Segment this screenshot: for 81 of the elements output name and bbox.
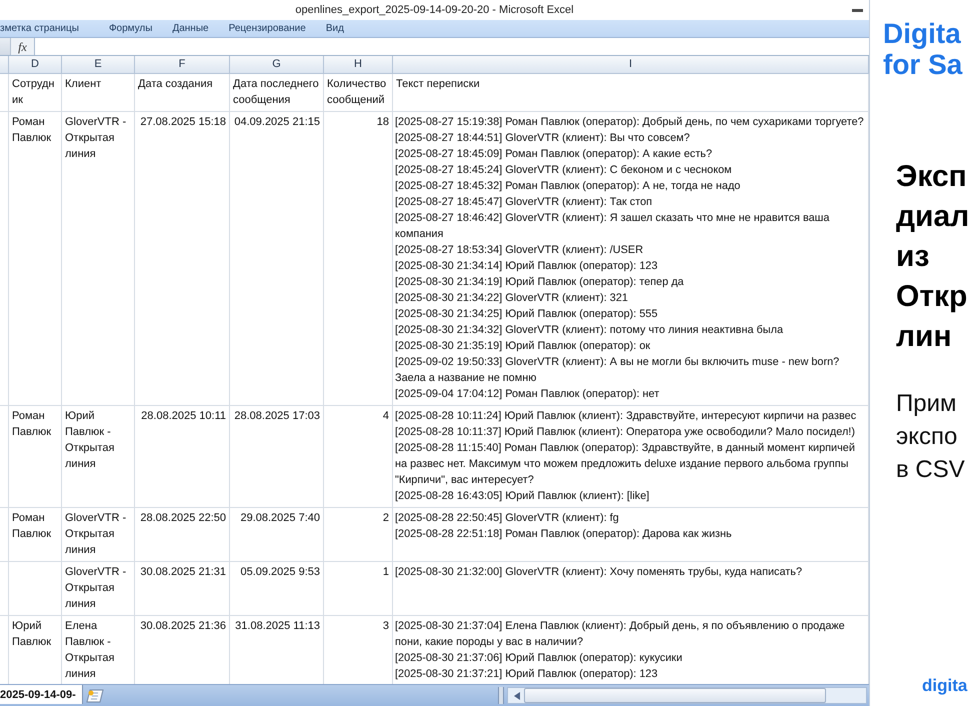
message-text: [2025-08-30 21:34:32] GloverVTR (клиент): потому что линия неактивна была: [395, 323, 784, 338]
name-box-field[interactable]: [0, 38, 11, 55]
table-cell: 27.08.2025 15:18: [135, 112, 230, 406]
column-header: Дата создания: [135, 74, 230, 112]
message-text: [2025-09-02 19:50:33] GloverVTR (клиент): А вы не могли бы включить muse - new born? Заела а название не помню: [395, 355, 840, 386]
brand-logo-text: Digita for Sa: [883, 18, 964, 80]
table-cell: Роман Павлюк: [9, 112, 62, 406]
table-cell: 28.08.2025 10:11: [135, 406, 230, 508]
column-header: Количество сообщений: [324, 74, 393, 112]
table-cell: 18: [324, 112, 393, 406]
column-header: Текст переписки: [393, 74, 869, 112]
message-text: [2025-08-27 18:45:47] GloverVTR (клиент): Так стоп: [395, 195, 654, 210]
message-text: [2025-08-28 10:11:37] Юрий Павлюк (клиент): Оператора уже освободили? Мало посидел!): [395, 425, 856, 440]
table-cell: GloverVTR - Открытая линия: [62, 112, 135, 406]
column-letter[interactable]: E: [62, 56, 135, 74]
table-cell: 4: [324, 406, 393, 508]
insert-sheet-icon[interactable]: [86, 688, 104, 702]
table-cell: Роман Павлюк: [9, 406, 62, 508]
ribbon-tab[interactable]: зметка страницы: [0, 20, 99, 37]
message-text: [2025-08-27 18:53:34] GloverVTR (клиент): /USER: [395, 243, 644, 258]
column-header: Клиент: [62, 74, 135, 112]
column-letter[interactable]: F: [135, 56, 230, 74]
message-text: [2025-08-28 22:51:18] Роман Павлюк (оператор): Дарова как жизнь: [395, 527, 733, 542]
table-cell: GloverVTR - Открытая линия: [62, 508, 135, 562]
empty-table-cell: [0, 508, 9, 562]
table-cell: 30.08.2025 21:31: [135, 562, 230, 616]
column-letter[interactable]: G: [230, 56, 324, 74]
empty-table-cell: [0, 562, 9, 616]
message-text: [2025-08-30 21:37:04] Елена Павлюк (клиент): Добрый день, я по объявлению о продаже пони, какие породы у вас в наличии?: [395, 619, 846, 650]
table-cell: Юрий Павлюк - Открытая линия: [62, 406, 135, 508]
message-text: [2025-08-30 21:34:25] Юрий Павлюк (оператор): 555: [395, 307, 659, 322]
message-text: [2025-09-04 17:04:12] Роман Павлюк (оператор): нет: [395, 387, 660, 402]
empty-table-cell: [9, 562, 62, 616]
ribbon-tab[interactable]: Данные: [162, 20, 219, 37]
column-letter[interactable]: D: [9, 56, 62, 74]
message-text: [2025-08-27 18:46:42] GloverVTR (клиент): Я зашел сказать что мне не нравится ваша компания: [395, 211, 830, 242]
ribbon-tab[interactable]: Рецензирование: [218, 20, 316, 37]
tab-split-handle[interactable]: [498, 687, 504, 704]
message-text: [2025-08-30 21:34:19] Юрий Павлюк (оператор): тепер да: [395, 275, 685, 290]
message-text: [2025-08-30 21:37:06] Юрий Павлюк (оператор): кукусики: [395, 651, 684, 666]
ribbon-tab[interactable]: Формулы: [98, 20, 162, 37]
scroll-left-arrow-icon[interactable]: [514, 692, 520, 700]
message-text: [2025-08-28 11:15:40] Роман Павлюк (оператор): Здравствуйте, в данный момент кирпичей на развес нет. Максимум что можем предложить deluxe издание первого альбома группы "Кирпичи", вас интересует?: [395, 441, 856, 488]
table-cell: Роман Павлюк: [9, 508, 62, 562]
insert-function-button[interactable]: fx: [16, 40, 29, 54]
column-header-edge: [0, 56, 9, 74]
message-text: [2025-08-28 22:50:45] GloverVTR (клиент): fg: [395, 511, 620, 526]
minimize-icon[interactable]: [852, 8, 863, 12]
message-text: [2025-08-30 21:32:00] GloverVTR (клиент): Хочу поменять трубы, куда написать?: [395, 565, 804, 580]
sheet-tab[interactable]: 2025-09-14-09-: [0, 685, 83, 704]
slide-subtitle: Прим экспо в CSV: [896, 389, 966, 485]
column-letter[interactable]: I: [393, 56, 869, 74]
message-text: [2025-08-27 18:45:09] Роман Павлюк (оператор): А какие есть?: [395, 147, 714, 162]
message-text: [2025-08-30 21:34:22] GloverVTR (клиент): 321: [395, 291, 629, 306]
ribbon-tab[interactable]: Вид: [316, 20, 354, 37]
message-text: [2025-08-28 10:11:24] Юрий Павлюк (клиент): Здравствуйте, интересуют кирпичи на развес: [395, 409, 858, 424]
message-text: [2025-08-30 21:37:21] Юрий Павлюк (оператор): 123: [395, 667, 659, 682]
slide-heading: Эксп диал из Откр лин: [896, 159, 970, 355]
table-cell: 28.08.2025 22:50: [135, 508, 230, 562]
table-cell: 04.09.2025 21:15: [230, 112, 324, 406]
table-cell: 1: [324, 562, 393, 616]
column-letter[interactable]: H: [324, 56, 393, 74]
table-cell: 28.08.2025 17:03: [230, 406, 324, 508]
footer-brand-text: digita: [922, 676, 968, 696]
table-cell: 29.08.2025 7:40: [230, 508, 324, 562]
message-text: [2025-08-27 15:19:38] Роман Павлюк (оператор): Добрый день, по чем сухариками торгуете?: [395, 115, 865, 130]
formula-input-field[interactable]: [34, 38, 869, 55]
message-text: [2025-08-30 21:34:14] Юрий Павлюк (оператор): 123: [395, 259, 659, 274]
column-header: Дата последнего сообщения: [230, 74, 324, 112]
horizontal-scrollbar[interactable]: [507, 687, 867, 704]
message-text: [2025-08-27 18:45:32] Роман Павлюк (оператор): А не, тогда не надо: [395, 179, 742, 194]
message-text: [2025-08-28 16:43:05] Юрий Павлюк (клиент): [like]: [395, 489, 650, 504]
table-cell: 05.09.2025 9:53: [230, 562, 324, 616]
window-title: openlines_export_2025-09-14-09-20-20 - Microsoft Excel: [295, 4, 574, 16]
column-header: Сотрудник: [9, 74, 62, 112]
table-cell: GloverVTR - Открытая линия: [62, 562, 135, 616]
message-text: [2025-08-27 18:45:24] GloverVTR (клиент): С беконом и с чесноком: [395, 163, 733, 178]
scrollbar-thumb[interactable]: [524, 688, 826, 703]
message-text: [2025-08-27 18:44:51] GloverVTR (клиент): Вы что совсем?: [395, 131, 691, 146]
message-text: [2025-08-30 21:35:19] Юрий Павлюк (оператор): ок: [395, 339, 652, 354]
table-cell: 2: [324, 508, 393, 562]
